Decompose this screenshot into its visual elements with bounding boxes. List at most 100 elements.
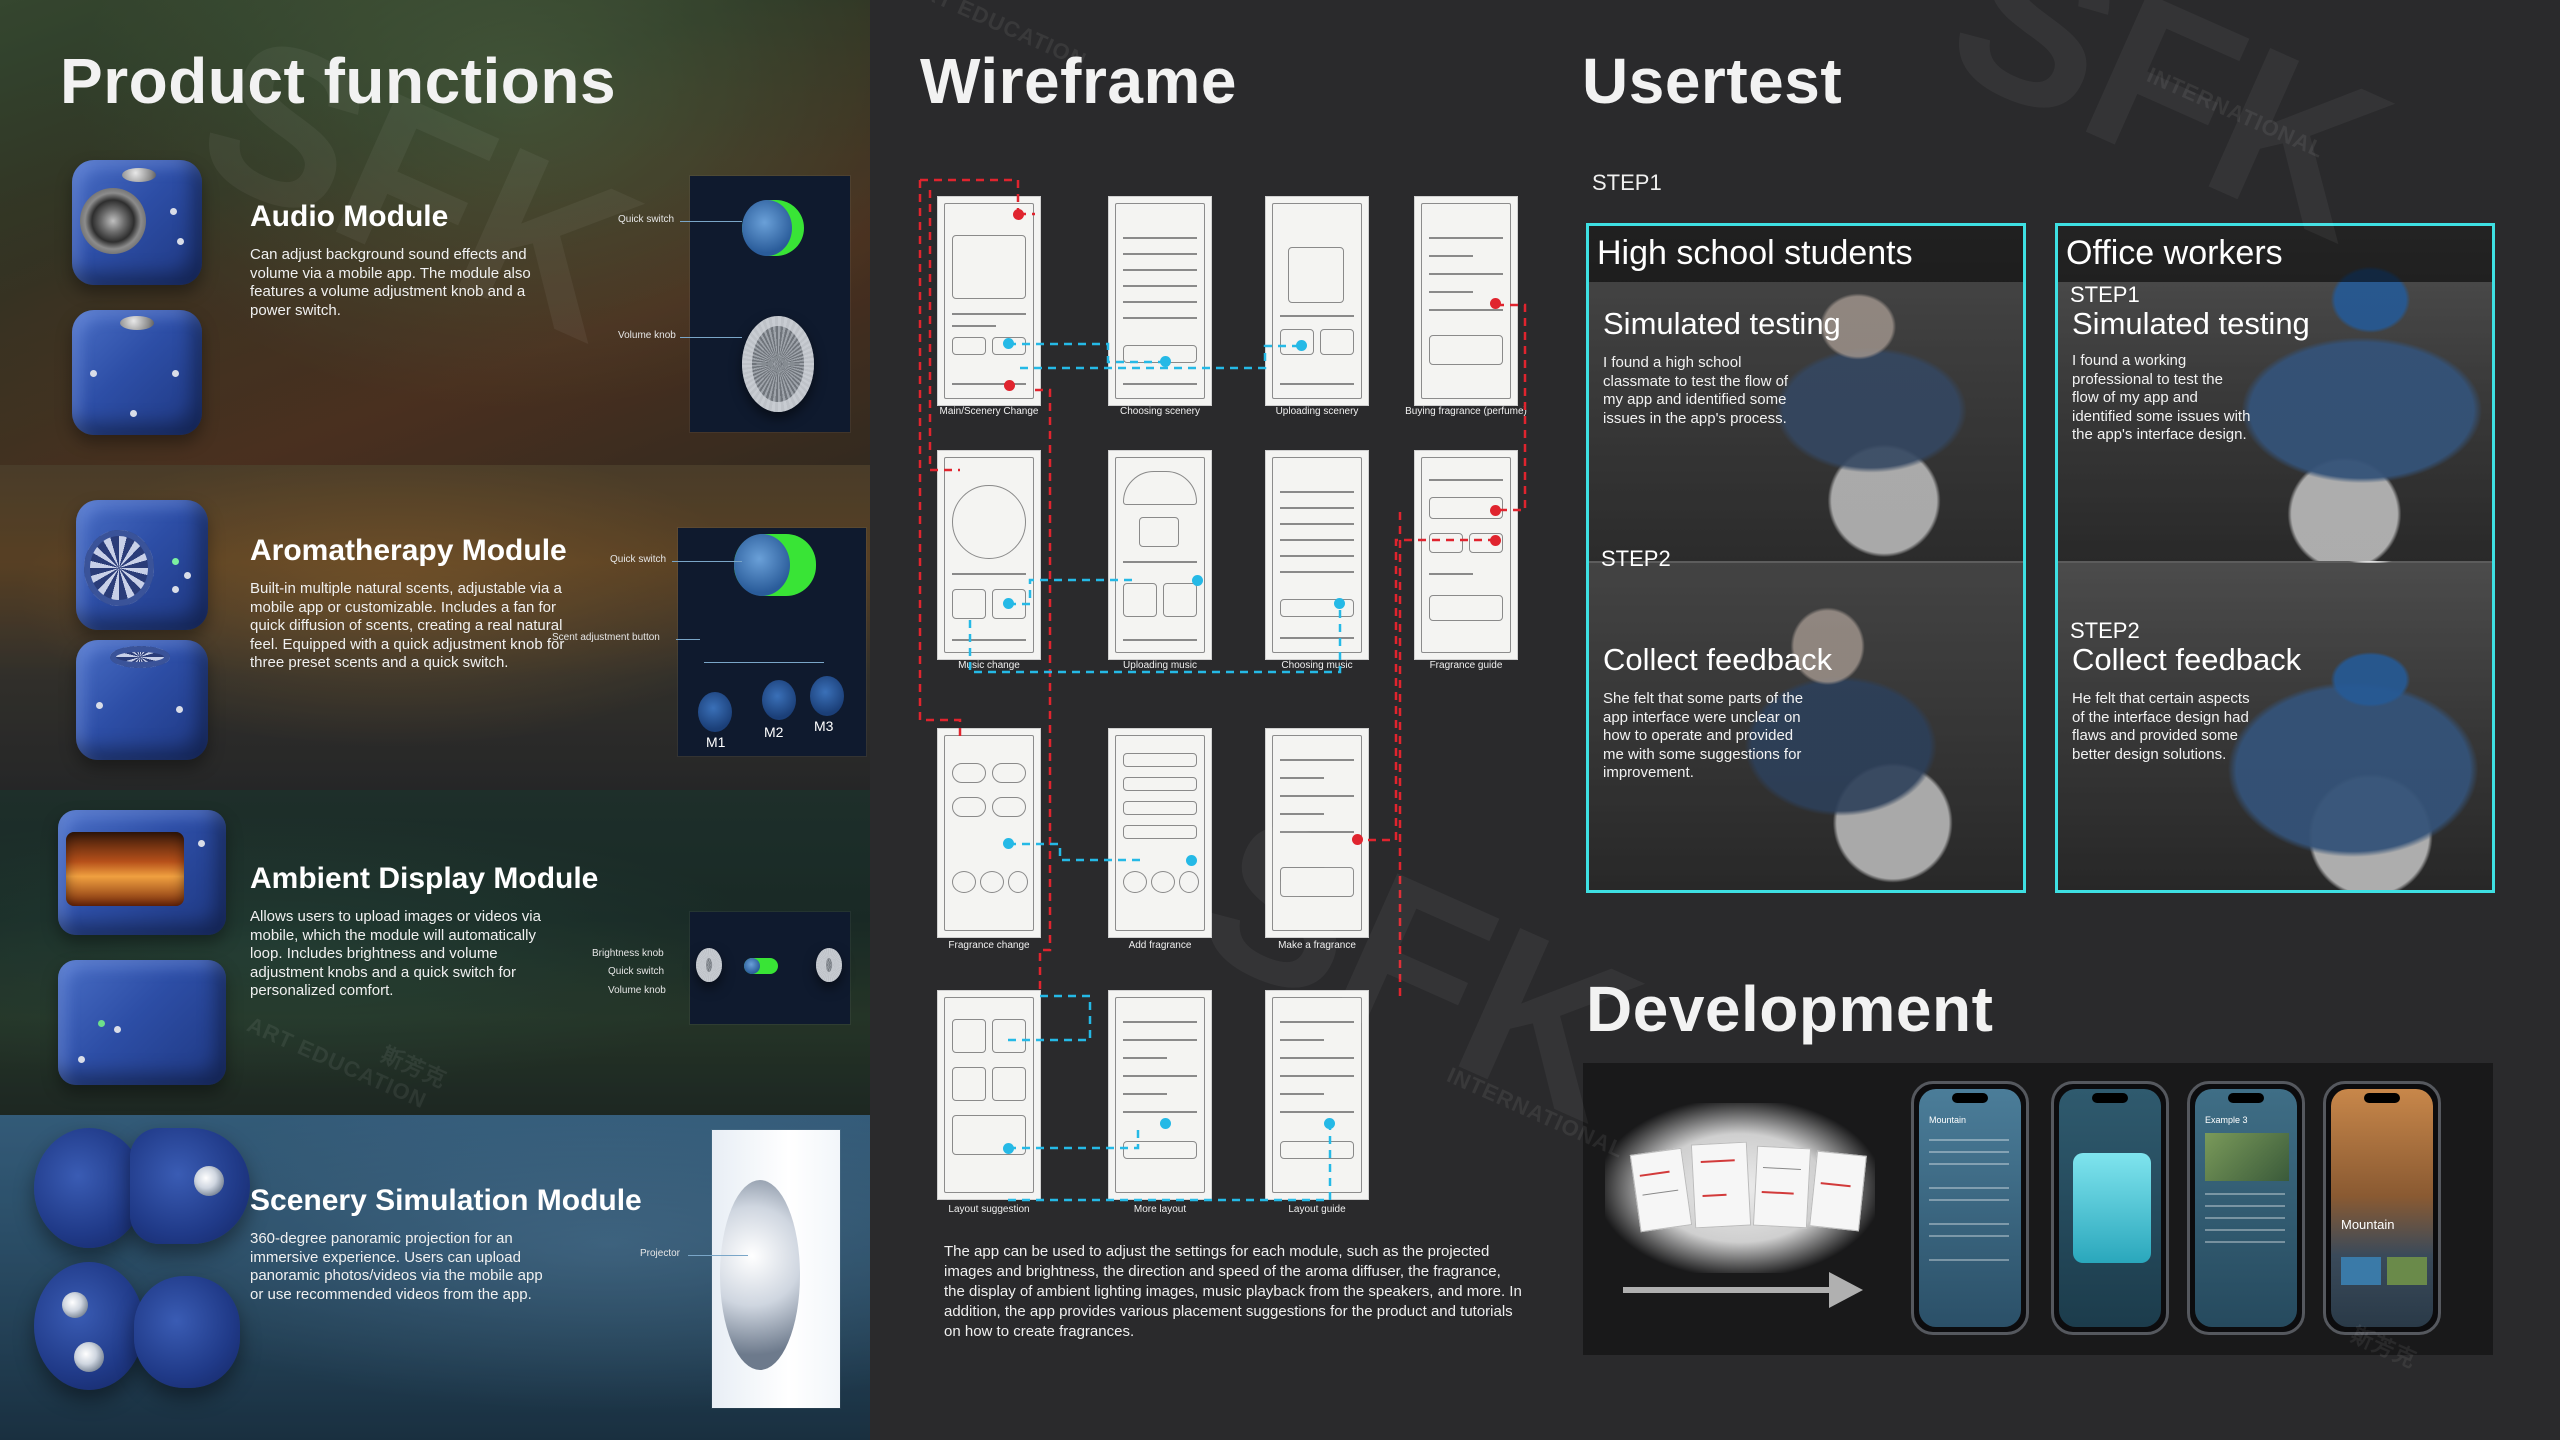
phone-heading: Mountain <box>1929 1115 1967 1125</box>
ambient-controls-panel <box>690 912 850 1024</box>
quick-switch-toggle <box>742 200 804 256</box>
m3-button-icon <box>810 676 844 716</box>
modal-card <box>2073 1153 2151 1263</box>
volume-knob-icon <box>816 948 842 982</box>
aromatherapy-module-description: Built-in multiple natural scents, adjust… <box>250 580 565 671</box>
wireframe-label: Uploading music <box>1123 660 1197 671</box>
development-panel: Mountain Example 3 Mountain <box>1583 1063 2493 1355</box>
leader-line <box>688 1255 748 1256</box>
aromatherapy-module-render-back <box>76 640 208 760</box>
leader-line <box>680 337 742 338</box>
m3-label: M3 <box>814 718 834 734</box>
wireframe-label: Music change <box>958 660 1020 671</box>
ambient-display-render <box>58 810 226 935</box>
dot-icon <box>114 1026 121 1033</box>
lens-icon <box>194 1166 224 1196</box>
step2-heading: Collect feedback <box>2072 642 2302 677</box>
usertest-title: Usertest <box>1582 45 1843 117</box>
step1-text: I found a working professional to test t… <box>2072 352 2251 443</box>
hotspot-red-icon <box>1490 298 1501 309</box>
ambient-display-description: Allows users to upload images or videos … <box>250 908 541 999</box>
dot-icon <box>198 840 205 847</box>
step1-text: I found a high school classmate to test … <box>1603 354 1789 427</box>
wireframe-screen <box>937 450 1041 660</box>
lens-icon <box>62 1292 88 1318</box>
scene-thumbnail-image <box>2205 1133 2289 1181</box>
arrow-right-icon <box>1623 1287 1833 1293</box>
sketch-paper <box>1629 1147 1693 1233</box>
wireframe-label: Buying fragrance (perfume) <box>1405 406 1527 417</box>
wireframe-screen <box>1414 450 1518 660</box>
wireframe-screen <box>1414 196 1518 406</box>
arrow-head-icon <box>1829 1272 1863 1308</box>
dot-icon <box>96 702 103 709</box>
phone-mockup: Mountain <box>2323 1081 2441 1335</box>
wireframe-screen <box>1108 196 1212 406</box>
wireframe-label: Fragrance change <box>948 940 1030 951</box>
fireplace-screen-image <box>66 832 184 906</box>
hotspot-red-icon <box>1004 380 1015 391</box>
wireframe-description: The app can be used to adjust the settin… <box>944 1243 1522 1340</box>
quick-switch-toggle <box>734 534 816 596</box>
quick-switch-toggle <box>744 958 778 974</box>
wireframe-label: Main/Scenery Change <box>939 406 1039 417</box>
wireframe-screen <box>1108 990 1212 1200</box>
knob-icon <box>120 316 154 330</box>
phone-mockup: Example 3 <box>2187 1081 2305 1335</box>
thumbnail-image <box>2387 1257 2427 1285</box>
wireframe-screen <box>1265 196 1369 406</box>
usertest-card-students: High school students Simulated testing I… <box>1586 223 2026 893</box>
step1-heading: Simulated testing <box>1603 306 1841 341</box>
volume-knob-label: Volume knob <box>618 330 676 341</box>
step2-label: STEP2 <box>2070 618 2140 643</box>
wireframe-screen <box>937 728 1041 938</box>
indicator-light-icon <box>98 1020 105 1027</box>
hotspot-blue-icon <box>1296 340 1307 351</box>
sketch-paper <box>1690 1141 1752 1229</box>
projector-render-base <box>134 1276 240 1388</box>
dot-icon <box>172 370 179 377</box>
lens-icon <box>74 1342 104 1372</box>
step1-label: STEP1 <box>2070 282 2140 307</box>
projector-render-head <box>130 1128 250 1244</box>
wireframe-label: Choosing scenery <box>1119 406 1201 417</box>
wireframe-label: Fragrance guide <box>1429 660 1503 671</box>
projector-render-back <box>34 1262 144 1390</box>
hotspot-blue-icon <box>1003 338 1014 349</box>
wireframe-screen <box>937 196 1041 406</box>
group-name: High school students <box>1597 234 1913 272</box>
projector-render <box>34 1128 144 1248</box>
hotspot-red-icon <box>1490 535 1501 546</box>
wireframe-label: Layout suggestion <box>948 1204 1030 1215</box>
aromatherapy-controls-panel: M1 M2 M3 <box>678 528 866 756</box>
projector-label: Projector <box>640 1248 681 1259</box>
wireframe-label: Choosing music <box>1281 660 1353 671</box>
m2-label: M2 <box>764 724 784 740</box>
step2-heading: Collect feedback <box>1603 642 1833 677</box>
wireframe-screen <box>937 990 1041 1200</box>
wireframe-screen <box>1108 728 1212 938</box>
leader-line <box>672 561 742 562</box>
phone-heading: Example 3 <box>2205 1115 2248 1125</box>
dot-icon <box>184 572 191 579</box>
hotspot-blue-icon <box>1160 1118 1171 1129</box>
m1-label: M1 <box>706 734 726 750</box>
phone-heading: Mountain <box>2341 1217 2395 1232</box>
sketch-paper <box>1752 1145 1812 1229</box>
branch-line <box>704 662 824 663</box>
wireframe-screen <box>1108 450 1212 660</box>
dot-icon <box>177 238 184 245</box>
step1-label: STEP1 <box>1592 170 1662 195</box>
volume-knob-label: Volume knob <box>608 985 666 996</box>
wireframe-label: Uploading scenery <box>1275 406 1359 417</box>
ambient-display-render-back <box>58 960 226 1085</box>
projector-lens-detail <box>712 1130 840 1408</box>
step2-text: She felt that some parts of the app inte… <box>1603 690 1804 781</box>
aromatherapy-module-title: Aromatherapy Module <box>250 534 567 567</box>
dot-icon <box>90 370 97 377</box>
indicator-light-icon <box>172 558 179 565</box>
scenery-simulation-title: Scenery Simulation Module <box>250 1184 642 1217</box>
quick-switch-label: Quick switch <box>610 554 667 565</box>
projector-lens-icon <box>720 1180 800 1370</box>
m1-button-icon <box>698 692 732 732</box>
